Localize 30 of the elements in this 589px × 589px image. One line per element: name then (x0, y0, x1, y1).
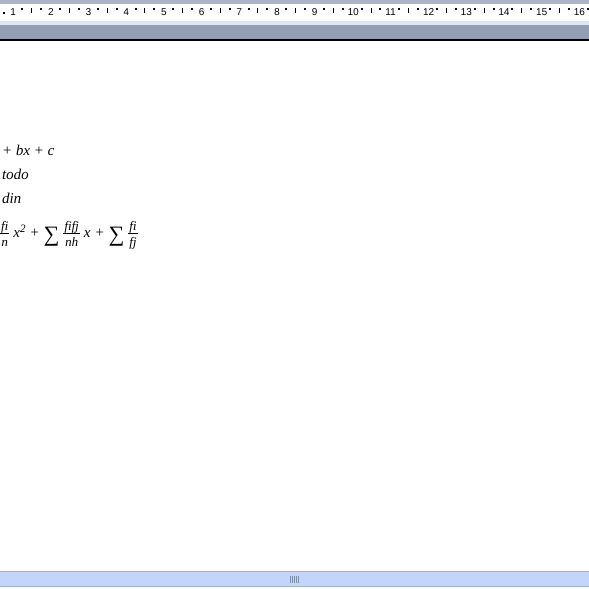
ruler-number: 2 (46, 8, 55, 18)
formula-term: x$^{2}$ (13, 222, 26, 244)
ruler-number: 14 (498, 8, 508, 18)
ruler-number: 5 (160, 8, 168, 18)
ruler-number: 11 (385, 8, 395, 18)
ruler-number: 8 (273, 8, 281, 18)
ruler-number: 15 (536, 8, 546, 18)
formula-term: x (84, 224, 90, 244)
ruler-number: 16 (574, 8, 584, 18)
ruler-number: 9 (310, 8, 318, 18)
ruler-number: 10 (348, 8, 357, 18)
sum-sign: ∑ (44, 220, 60, 248)
sum-sign: ∑ (108, 220, 124, 248)
fraction: fi fj (128, 218, 138, 249)
fraction: fifj nh (63, 218, 80, 249)
ruler-number: 4 (122, 8, 130, 18)
formula-term: + (94, 224, 105, 244)
ruler-number: 3 (84, 8, 92, 18)
ruler-number: 13 (460, 8, 470, 18)
formula-line: + bx + c (2, 142, 56, 161)
formula-line: din (2, 190, 22, 209)
horizontal-scrollbar[interactable] (0, 571, 589, 587)
ruler-number: 12 (422, 8, 432, 18)
formula-term: + (30, 224, 40, 244)
ruler-number: 1 (9, 8, 17, 18)
ruler-number: 6 (198, 8, 206, 18)
ruler-number: 7 (235, 8, 243, 18)
grip-icon (290, 576, 299, 582)
fraction: fi n (0, 218, 10, 249)
formula-line: todo (2, 166, 30, 185)
